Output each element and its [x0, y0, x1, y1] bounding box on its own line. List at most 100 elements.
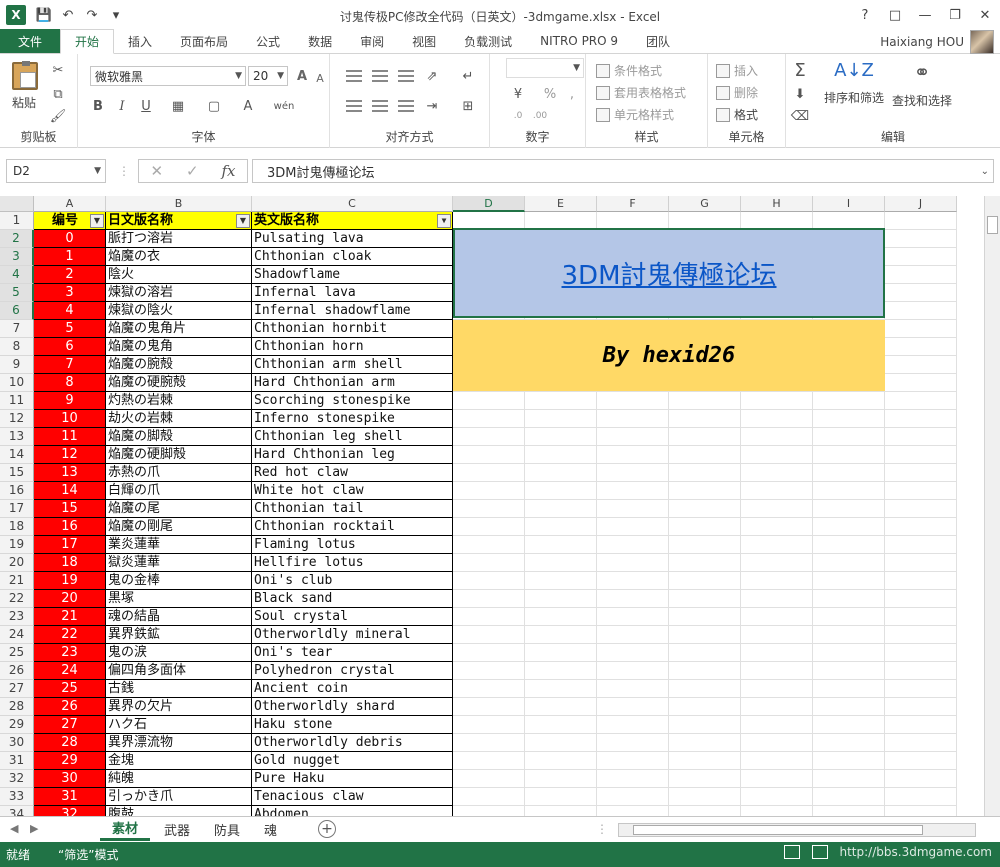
id-cell[interactable]: 13: [34, 464, 106, 482]
empty-cell[interactable]: [669, 770, 741, 788]
empty-cell[interactable]: [813, 626, 885, 644]
japanese-name-cell[interactable]: 異界鉄鉱: [106, 626, 252, 644]
empty-cell[interactable]: [525, 626, 597, 644]
empty-cell[interactable]: [741, 590, 813, 608]
japanese-name-cell[interactable]: 腹鼓: [106, 806, 252, 816]
conditional-format-button[interactable]: 条件格式: [596, 62, 662, 79]
id-cell[interactable]: 10: [34, 410, 106, 428]
english-name-cell[interactable]: Otherworldly mineral: [252, 626, 453, 644]
english-name-cell[interactable]: Oni's tear: [252, 644, 453, 662]
cut-icon[interactable]: ✂: [48, 60, 68, 80]
currency-icon[interactable]: ¥: [508, 84, 528, 104]
select-all-corner[interactable]: [0, 196, 34, 212]
row-header[interactable]: 18: [0, 518, 34, 536]
id-cell[interactable]: 18: [34, 554, 106, 572]
empty-cell[interactable]: [813, 734, 885, 752]
japanese-name-cell[interactable]: 焔魔の剛尾: [106, 518, 252, 536]
english-name-cell[interactable]: Chthonian rocktail: [252, 518, 453, 536]
help-icon[interactable]: ?: [850, 0, 880, 30]
japanese-name-cell[interactable]: 古銭: [106, 680, 252, 698]
empty-cell[interactable]: [525, 590, 597, 608]
id-cell[interactable]: 20: [34, 590, 106, 608]
font-color-icon[interactable]: A: [238, 96, 258, 116]
empty-cell[interactable]: [813, 392, 885, 410]
japanese-name-cell[interactable]: 灼熱の岩棘: [106, 392, 252, 410]
shrink-font-icon[interactable]: A: [310, 68, 330, 88]
japanese-name-cell[interactable]: 白輝の爪: [106, 482, 252, 500]
empty-cell[interactable]: [885, 626, 957, 644]
empty-cell[interactable]: [813, 608, 885, 626]
empty-cell[interactable]: [453, 662, 525, 680]
id-cell[interactable]: 3: [34, 284, 106, 302]
empty-cell[interactable]: [525, 536, 597, 554]
horizontal-scroll-thumb[interactable]: [633, 825, 923, 835]
empty-cell[interactable]: [525, 698, 597, 716]
row-header[interactable]: 29: [0, 716, 34, 734]
empty-cell[interactable]: [669, 680, 741, 698]
expand-formula-icon[interactable]: ⌄: [981, 166, 989, 177]
empty-cell[interactable]: [597, 644, 669, 662]
empty-cell[interactable]: [597, 482, 669, 500]
tab-data[interactable]: 数据: [294, 29, 346, 53]
number-format-combo[interactable]: ▼: [506, 58, 584, 78]
empty-cell[interactable]: [669, 716, 741, 734]
empty-cell[interactable]: [741, 716, 813, 734]
empty-cell[interactable]: [885, 446, 957, 464]
empty-cell[interactable]: [813, 716, 885, 734]
english-name-cell[interactable]: Pure Haku: [252, 770, 453, 788]
empty-cell[interactable]: [597, 464, 669, 482]
id-cell[interactable]: 24: [34, 662, 106, 680]
japanese-name-cell[interactable]: 焔魔の脚殻: [106, 428, 252, 446]
minimize-icon[interactable]: —: [910, 0, 940, 30]
empty-cell[interactable]: [597, 734, 669, 752]
empty-cell[interactable]: [885, 518, 957, 536]
column-header-a[interactable]: A: [34, 196, 106, 212]
empty-cell[interactable]: [813, 680, 885, 698]
empty-cell[interactable]: [669, 590, 741, 608]
empty-cell[interactable]: [813, 464, 885, 482]
empty-cell[interactable]: [885, 572, 957, 590]
empty-cell[interactable]: [525, 428, 597, 446]
filter-active-icon[interactable]: ▼: [236, 214, 250, 228]
empty-cell[interactable]: [597, 572, 669, 590]
orientation-icon[interactable]: ⇗: [422, 66, 442, 86]
empty-cell[interactable]: [813, 590, 885, 608]
empty-cell[interactable]: [741, 410, 813, 428]
empty-cell[interactable]: [525, 608, 597, 626]
underline-icon[interactable]: U: [136, 96, 156, 116]
row-header[interactable]: 2: [0, 230, 34, 248]
id-cell[interactable]: 2: [34, 266, 106, 284]
japanese-name-cell[interactable]: 金塊: [106, 752, 252, 770]
empty-cell[interactable]: [741, 428, 813, 446]
forum-banner[interactable]: 3DM討鬼傳極论坛: [453, 228, 885, 318]
japanese-name-cell[interactable]: 脈打つ溶岩: [106, 230, 252, 248]
id-cell[interactable]: 26: [34, 698, 106, 716]
tab-page-layout[interactable]: 页面布局: [166, 29, 242, 53]
empty-cell[interactable]: [885, 392, 957, 410]
filter-dropdown-icon[interactable]: ▼: [90, 214, 104, 228]
id-cell[interactable]: 29: [34, 752, 106, 770]
english-name-cell[interactable]: Tenacious claw: [252, 788, 453, 806]
id-cell[interactable]: 22: [34, 626, 106, 644]
empty-cell[interactable]: [453, 698, 525, 716]
merge-center-icon[interactable]: ⊞: [458, 96, 478, 116]
english-name-header-cell[interactable]: 英文版名称 ▼: [252, 212, 453, 230]
empty-cell[interactable]: [597, 680, 669, 698]
insert-function-icon[interactable]: fx: [222, 162, 236, 180]
indent-icon[interactable]: ⇥: [422, 96, 442, 116]
row-header[interactable]: 11: [0, 392, 34, 410]
empty-cell[interactable]: [669, 464, 741, 482]
empty-cell[interactable]: [813, 536, 885, 554]
empty-cell[interactable]: [741, 482, 813, 500]
japanese-name-cell[interactable]: 鬼の涙: [106, 644, 252, 662]
fill-icon[interactable]: ⬇: [790, 84, 810, 104]
delete-cells-button[interactable]: 删除: [716, 84, 758, 101]
sheet-tab-materials[interactable]: 素材: [100, 817, 151, 841]
english-name-cell[interactable]: Hard Chthonian arm: [252, 374, 453, 392]
font-name-combo[interactable]: 微软雅黑 ▼: [90, 66, 246, 86]
id-cell[interactable]: 14: [34, 482, 106, 500]
id-cell[interactable]: 17: [34, 536, 106, 554]
id-cell[interactable]: 6: [34, 338, 106, 356]
empty-cell[interactable]: [597, 392, 669, 410]
row-header[interactable]: 6: [0, 302, 34, 320]
